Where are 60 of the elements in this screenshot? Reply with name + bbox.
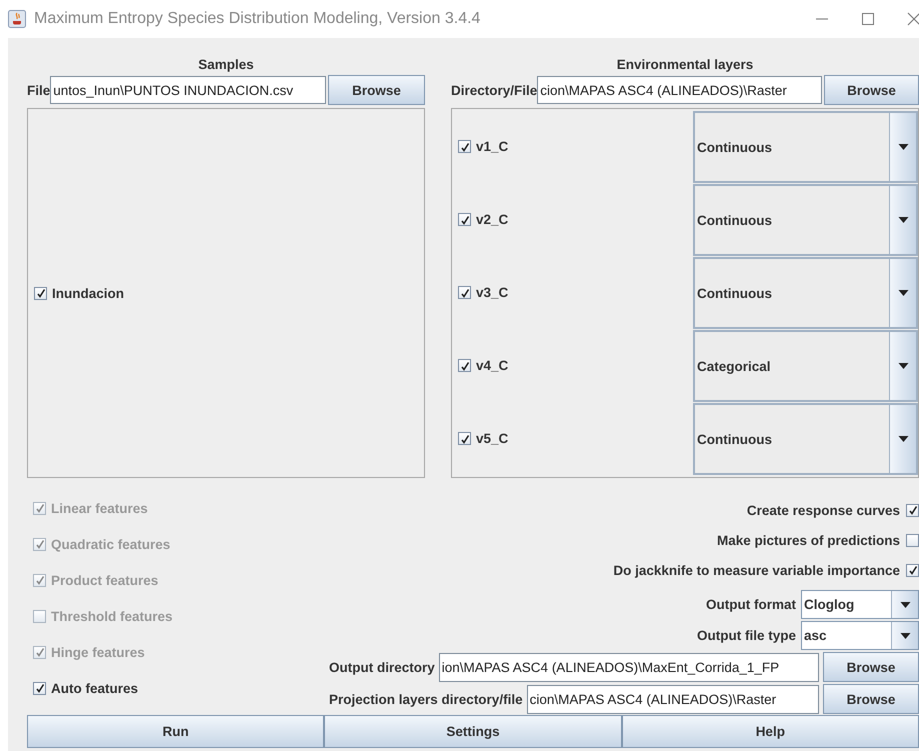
caret-icon bbox=[898, 436, 908, 442]
checkmark-icon bbox=[460, 434, 470, 444]
checkmark-icon bbox=[36, 288, 46, 298]
path-label: Projection layers directory/file bbox=[329, 692, 523, 706]
browse-button[interactable]: Browse bbox=[824, 75, 919, 105]
dropdown[interactable]: Cloglog bbox=[801, 590, 919, 619]
caret-icon bbox=[898, 217, 908, 223]
file-field[interactable]: untos_Inun\PUNTOS INUNDACION.csv bbox=[50, 76, 326, 104]
checkmark-icon bbox=[460, 214, 470, 224]
option-checkbox[interactable]: Do jackknife to measure variable importance bbox=[613, 555, 919, 585]
checkmark-icon bbox=[908, 565, 918, 575]
close-icon[interactable] bbox=[907, 12, 919, 26]
checkmark-icon bbox=[460, 360, 470, 370]
path-field[interactable]: ion\MAPAS ASC4 (ALINEADOS)\MaxEnt_Corrida_1_FP bbox=[438, 652, 819, 682]
action-button[interactable]: Settings bbox=[324, 715, 622, 748]
layer-checkbox[interactable]: v2_C bbox=[452, 183, 693, 256]
layer-checkbox[interactable]: v4_C bbox=[452, 329, 693, 402]
select-label: Output format bbox=[706, 597, 796, 612]
option-checkbox[interactable]: Create response curves bbox=[746, 495, 919, 525]
feature-checkbox[interactable]: Auto features bbox=[33, 679, 329, 697]
maximize-icon[interactable] bbox=[861, 12, 875, 26]
action-button[interactable]: Run bbox=[27, 715, 324, 748]
caret-icon bbox=[898, 363, 908, 369]
directory-field[interactable]: cion\MAPAS ASC4 (ALINEADOS)\Raster bbox=[537, 76, 822, 104]
dropdown[interactable]: asc bbox=[801, 621, 919, 650]
checkmark-icon bbox=[34, 503, 44, 513]
checkmark-icon bbox=[34, 539, 44, 549]
checkmark-icon bbox=[34, 575, 44, 585]
layer-type-dropdown[interactable]: Continuous bbox=[693, 403, 918, 475]
caret-icon bbox=[898, 290, 908, 296]
checkmark-icon bbox=[34, 647, 44, 657]
browse-button[interactable]: Browse bbox=[328, 75, 425, 105]
browse-button[interactable]: Browse bbox=[823, 652, 919, 682]
caret-icon bbox=[900, 602, 910, 608]
checkmark-icon bbox=[908, 505, 918, 515]
window-title: Maximum Entropy Species Distribution Modeling, Version 3.4.4 bbox=[34, 10, 480, 28]
layer-checkbox[interactable]: v5_C bbox=[452, 402, 693, 475]
path-field[interactable]: cion\MAPAS ASC4 (ALINEADOS)\Raster bbox=[526, 684, 819, 714]
browse-button[interactable]: Browse bbox=[823, 684, 919, 714]
action-button[interactable]: Help bbox=[622, 715, 919, 748]
layer-checkbox[interactable]: v1_C bbox=[452, 110, 693, 183]
layer-type-dropdown[interactable]: Continuous bbox=[693, 184, 918, 256]
layer-type-dropdown[interactable]: Continuous bbox=[693, 257, 918, 329]
select-label: Output file type bbox=[697, 628, 796, 643]
path-label: Output directory bbox=[329, 660, 435, 674]
checkmark-icon bbox=[34, 683, 44, 693]
layer-type-dropdown[interactable]: Continuous bbox=[693, 111, 918, 183]
samples-heading: Samples bbox=[197, 56, 255, 74]
java-cup-icon bbox=[8, 10, 26, 28]
caret-icon bbox=[898, 144, 908, 150]
file-label: File bbox=[27, 82, 50, 98]
sample-checkbox[interactable]: Inundacion bbox=[34, 286, 124, 300]
option-checkbox[interactable]: Make pictures of predictions bbox=[716, 525, 919, 555]
environmental-layers-heading: Environmental layers bbox=[616, 56, 754, 74]
caret-icon bbox=[900, 632, 910, 638]
checkmark-icon bbox=[460, 142, 470, 152]
layer-type-dropdown[interactable]: Categorical bbox=[693, 330, 918, 402]
checkmark-icon bbox=[460, 288, 470, 298]
directory-label: Directory/File bbox=[451, 82, 538, 98]
layer-checkbox[interactable]: v3_C bbox=[452, 256, 693, 329]
